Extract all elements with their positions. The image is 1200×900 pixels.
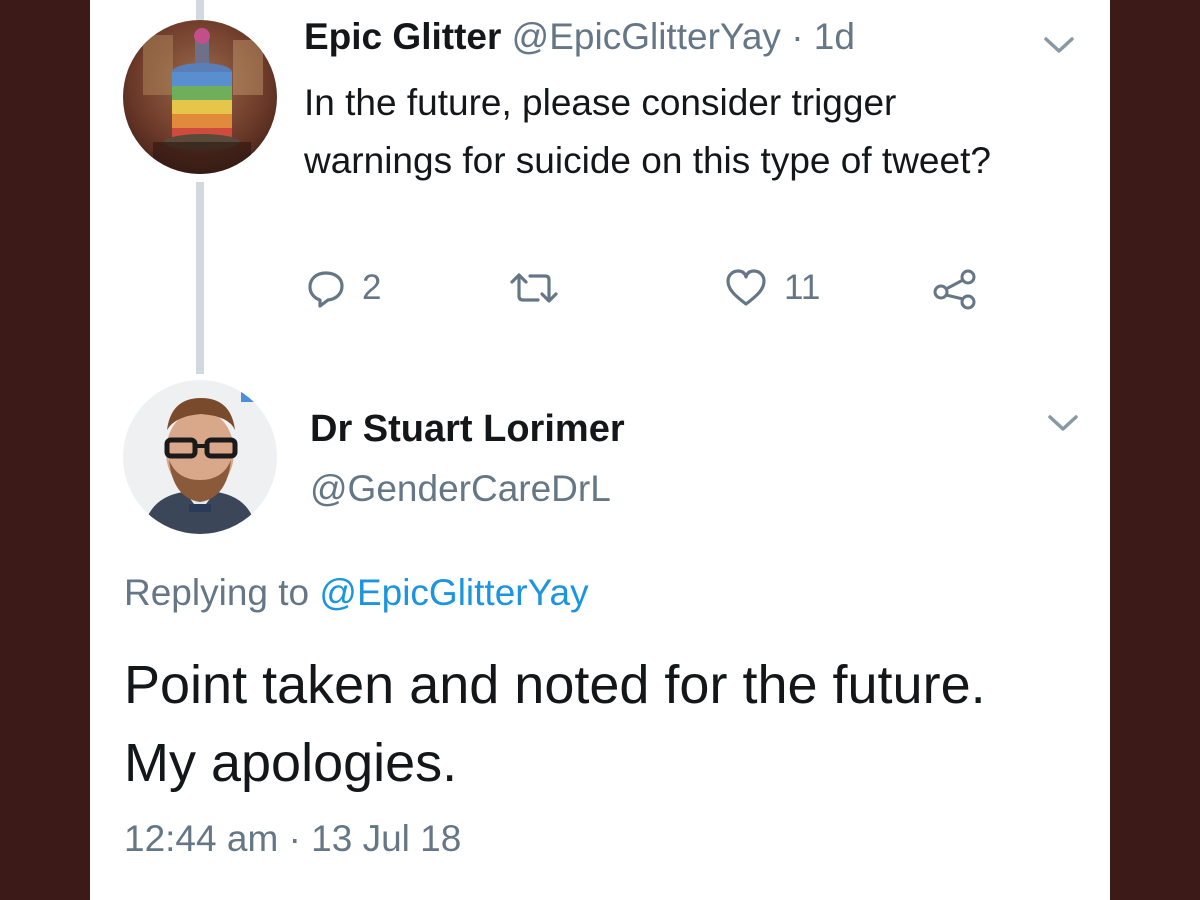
- reply-icon: [308, 271, 344, 308]
- parent-tweet-text: In the future, please consider trigger w…: [304, 82, 991, 181]
- parent-time[interactable]: 1d: [814, 16, 855, 57]
- parent-header: Epic Glitter @EpicGlitterYay · 1d: [304, 16, 855, 58]
- man-with-glasses-avatar-icon: [123, 380, 277, 534]
- parent-display-name[interactable]: Epic Glitter: [304, 16, 501, 57]
- reply-time: 12:44 am: [124, 818, 279, 859]
- reply-avatar[interactable]: [123, 380, 277, 534]
- share-action[interactable]: [932, 268, 978, 310]
- chevron-down-icon[interactable]: [1042, 34, 1076, 56]
- reply-count: 2: [362, 268, 382, 307]
- reply-separator: ·: [288, 818, 301, 859]
- reply-timestamp[interactable]: 12:44 am · 13 Jul 18: [124, 818, 461, 860]
- parent-handle[interactable]: @EpicGlitterYay: [512, 16, 781, 57]
- parent-avatar[interactable]: [123, 20, 277, 174]
- parent-separator: ·: [791, 16, 804, 57]
- reply-display-name[interactable]: Dr Stuart Lorimer: [310, 408, 625, 451]
- heart-icon: [726, 269, 766, 306]
- like-count: 11: [784, 268, 821, 307]
- thread-line: [196, 182, 204, 374]
- cake-photo-avatar-icon: [123, 20, 277, 174]
- retweet-action[interactable]: [508, 268, 560, 308]
- reply-action[interactable]: 2: [306, 268, 381, 308]
- like-action[interactable]: 11: [724, 268, 820, 308]
- tweet-card: Epic Glitter @EpicGlitterYay · 1d In the…: [90, 0, 1110, 900]
- thread-line-top: [196, 0, 204, 20]
- replying-prefix: Replying to: [124, 572, 310, 613]
- retweet-icon: [510, 273, 558, 303]
- reply-handle[interactable]: @GenderCareDrL: [310, 468, 611, 510]
- reply-tweet-text: Point taken and noted for the future. My…: [124, 655, 986, 793]
- chevron-down-icon[interactable]: [1046, 412, 1080, 434]
- share-icon: [933, 269, 976, 310]
- reply-date: 13 Jul 18: [311, 818, 462, 859]
- replying-to-link[interactable]: @EpicGlitterYay: [319, 572, 588, 613]
- replying-to-line: Replying to @EpicGlitterYay: [124, 572, 589, 614]
